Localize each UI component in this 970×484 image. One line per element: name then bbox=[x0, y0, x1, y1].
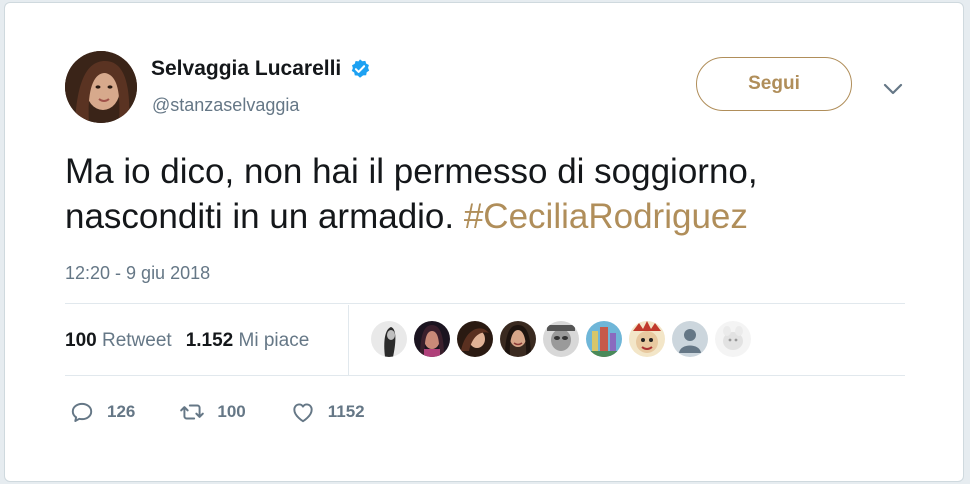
liker-avatar[interactable] bbox=[586, 321, 622, 357]
like-count: 1152 bbox=[327, 402, 365, 421]
retweet-stat[interactable]: 100 Retweet bbox=[65, 330, 172, 352]
default-profile-avatar[interactable] bbox=[672, 321, 708, 357]
reply-button[interactable]: 126 bbox=[69, 399, 135, 425]
retweet-button[interactable]: 100 bbox=[179, 399, 246, 425]
stats-separator bbox=[348, 305, 349, 375]
tweet-text: Ma io dico, non hai il permesso di soggi… bbox=[65, 149, 915, 239]
like-stat-label: Mi piace bbox=[238, 330, 310, 351]
retweet-count: 100 bbox=[217, 402, 246, 421]
author-handle[interactable]: @stanzaselvaggia bbox=[152, 95, 299, 116]
verified-badge-icon bbox=[352, 59, 370, 78]
like-stat[interactable]: 1.152 Mi piace bbox=[186, 330, 310, 352]
retweet-stat-count: 100 bbox=[65, 330, 97, 351]
like-stat-count: 1.152 bbox=[185, 330, 234, 351]
liker-avatar[interactable] bbox=[500, 321, 536, 357]
tweet-timestamp[interactable]: 12:20 - 9 giu 2018 bbox=[65, 263, 210, 284]
liker-avatar[interactable] bbox=[414, 321, 450, 357]
like-button[interactable]: 1152 bbox=[290, 399, 365, 425]
author-name[interactable]: Selvaggia Lucarelli bbox=[151, 57, 341, 81]
reply-count: 126 bbox=[107, 402, 136, 421]
liker-avatar[interactable] bbox=[371, 321, 407, 357]
tweet-stats: 100 Retweet 1.152 Mi piace bbox=[65, 330, 309, 352]
liker-avatar[interactable] bbox=[457, 321, 493, 357]
reply-icon bbox=[71, 402, 93, 422]
follow-button[interactable]: Segui bbox=[696, 57, 852, 111]
retweet-icon bbox=[180, 404, 205, 420]
tweet-card: Selvaggia Lucarelli @stanzaselvaggia Seg… bbox=[4, 2, 964, 482]
author-avatar[interactable] bbox=[65, 51, 137, 123]
liker-avatars bbox=[371, 321, 751, 357]
liker-avatar[interactable] bbox=[715, 321, 751, 357]
tweet-actions: 126 100 1152 bbox=[69, 399, 409, 425]
retweet-stat-label: Retweet bbox=[101, 330, 172, 351]
liker-avatar[interactable] bbox=[543, 321, 579, 357]
liker-avatar[interactable] bbox=[629, 321, 665, 357]
chevron-down-icon[interactable] bbox=[881, 77, 905, 101]
heart-icon bbox=[293, 403, 313, 423]
divider bbox=[65, 303, 905, 304]
divider bbox=[65, 375, 905, 376]
hashtag-link[interactable]: #CeciliaRodriguez bbox=[464, 197, 748, 236]
author-name-row[interactable]: Selvaggia Lucarelli bbox=[151, 57, 371, 81]
